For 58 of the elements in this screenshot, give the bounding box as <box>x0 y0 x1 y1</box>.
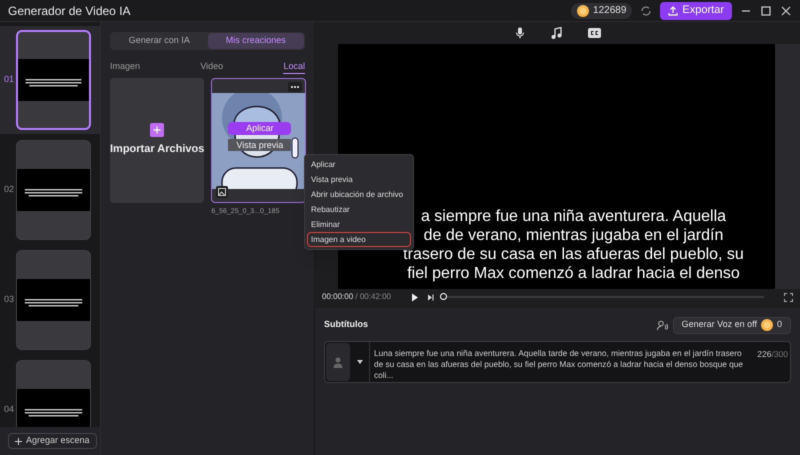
upload-icon <box>668 6 678 16</box>
menu-item[interactable]: Vista previa <box>307 172 411 187</box>
window-title: Generador de Video IA <box>8 2 131 20</box>
mode-tab[interactable]: Mis creaciones <box>208 33 304 49</box>
menu-item[interactable]: Rebautizar <box>307 202 411 217</box>
scene-number: 02 <box>3 183 16 196</box>
add-scene-button[interactable]: Agregar escena <box>8 433 97 449</box>
menu-item[interactable]: Abrir ubicación de archivo <box>307 187 411 202</box>
person-icon[interactable] <box>333 356 343 368</box>
next-frame-icon[interactable] <box>426 292 435 302</box>
scene-number: 03 <box>3 293 16 306</box>
import-label: Importar Archivos <box>110 142 204 158</box>
scene-number: 01 <box>3 73 16 86</box>
voice-icon[interactable] <box>656 320 668 330</box>
scene-thumbnail[interactable] <box>16 30 91 130</box>
caption-lines-drawing <box>18 59 89 101</box>
preview-button[interactable]: Vista previa <box>228 139 292 151</box>
video-caption: a siempre fue una niña aventurera. Aquella <box>420 207 726 226</box>
media-tab[interactable]: Local <box>283 60 305 74</box>
maximize-icon[interactable] <box>760 4 772 16</box>
media-tab[interactable]: Imagen <box>110 60 140 74</box>
generate-voice-button[interactable]: Generar Voz en off 0 <box>672 316 791 334</box>
menu-item[interactable]: Eliminar <box>307 217 411 232</box>
subtitles-title: Subtítulos <box>324 318 368 332</box>
scene-thumbnail[interactable] <box>16 250 91 350</box>
image-icon <box>216 186 228 198</box>
play-icon[interactable] <box>410 292 419 302</box>
import-card[interactable]: Importar Archivos <box>110 78 204 203</box>
menu-item[interactable]: Imagen a video <box>307 232 411 247</box>
media-tab[interactable]: Video <box>200 60 224 74</box>
music-icon[interactable] <box>550 27 562 39</box>
credits-badge: 122689 <box>571 2 632 18</box>
video-caption: trasero de su casa en las afueras del pueblo, su <box>403 245 744 264</box>
export-button[interactable]: Exportar <box>660 2 732 20</box>
media-card[interactable]: Aplicar Vista previa <box>211 78 306 203</box>
subtitle-row[interactable] <box>324 341 791 383</box>
menu-item[interactable]: Aplicar <box>307 157 411 172</box>
refresh-icon[interactable] <box>640 4 652 16</box>
video-caption: fiel perro Max comenzó a ladrar hacia el denso <box>407 264 740 283</box>
apply-button[interactable]: Aplicar <box>228 122 292 135</box>
video-caption: de de verano, mientras jugaba en el jardín <box>424 226 724 245</box>
coin-icon <box>760 319 773 331</box>
microphone-icon[interactable] <box>514 27 524 39</box>
fullscreen-icon[interactable] <box>784 292 793 302</box>
captions-icon[interactable] <box>588 28 600 38</box>
plus-icon <box>150 123 164 138</box>
character-count: 226/300 <box>757 348 789 361</box>
mode-tab[interactable]: Generar con IA <box>111 33 208 49</box>
plus-icon <box>15 438 22 444</box>
progress-handle[interactable] <box>440 293 447 300</box>
scene-thumbnail[interactable] <box>16 140 91 240</box>
close-icon[interactable] <box>780 4 792 16</box>
coin-icon <box>577 4 590 16</box>
caret-icon[interactable] <box>357 360 363 364</box>
subtitle-text: Luna siempre fue una niña aventurera. Aquella tarde de verano, mientras jugaba en el jardín trasero de su casa en las afueras del pueblo, su fiel perro Max comenzó a ladrar hacia el denso bosque que coli... <box>374 348 744 381</box>
scene-number: 04 <box>3 403 16 416</box>
more-icon[interactable] <box>288 82 302 92</box>
current-time: 00:00:00 / 00:42:00 <box>322 291 391 303</box>
